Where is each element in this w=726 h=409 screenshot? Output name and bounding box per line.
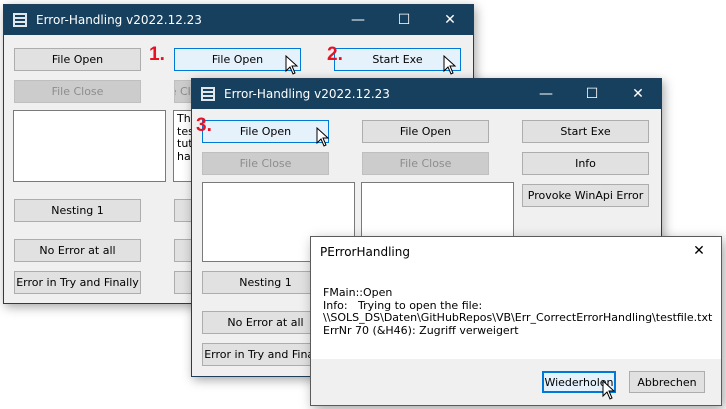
window-title: Error-Handling v2022.12.23 bbox=[36, 13, 202, 27]
file-close-button[interactable]: File Close bbox=[14, 80, 141, 103]
minimize-icon[interactable]: — bbox=[335, 5, 381, 35]
mouse-cursor-icon bbox=[443, 55, 457, 75]
nesting-button[interactable]: Nesting 1 bbox=[14, 199, 141, 222]
close-icon[interactable]: ✕ bbox=[615, 79, 661, 109]
file-open-button-highlighted[interactable]: File Open bbox=[202, 120, 329, 143]
mouse-cursor-icon bbox=[285, 55, 299, 75]
title-bar[interactable]: Error-Handling v2022.12.23 — ☐ ✕ bbox=[192, 79, 661, 109]
no-error-button[interactable]: No Error at all bbox=[14, 239, 141, 262]
step-2-label: 2. bbox=[327, 44, 343, 65]
output-listbox[interactable] bbox=[13, 110, 166, 182]
dialog-title: PErrorHandling bbox=[320, 245, 410, 259]
title-bar[interactable]: Error-Handling v2022.12.23 — ☐ ✕ bbox=[4, 5, 473, 35]
file-close-button[interactable]: File Close bbox=[202, 152, 329, 175]
file-close-button[interactable]: File Close bbox=[362, 152, 489, 175]
file-open-button[interactable]: File Open bbox=[14, 48, 141, 71]
error-try-finally-button[interactable]: Error in Try and Finally bbox=[14, 271, 141, 294]
file-open-button-highlighted[interactable]: File Open bbox=[174, 48, 301, 71]
app-icon bbox=[13, 13, 27, 27]
step-1-label: 1. bbox=[149, 44, 165, 65]
window-title: Error-Handling v2022.12.23 bbox=[224, 87, 390, 101]
start-exe-button[interactable]: Start Exe bbox=[334, 48, 461, 71]
error-dialog: PErrorHandling ✕ FMain::Open Info: Tryin… bbox=[310, 236, 722, 406]
file-open-button[interactable]: File Open bbox=[362, 120, 489, 143]
provoke-winapi-error-button[interactable]: Provoke WinApi Error bbox=[522, 184, 649, 207]
error-message: FMain::Open Info: Trying to open the fil… bbox=[323, 286, 713, 337]
dialog-footer: Wiederholen Abbrechen bbox=[311, 359, 721, 405]
maximize-icon[interactable]: ☐ bbox=[569, 79, 615, 109]
info-button[interactable]: Info bbox=[522, 152, 649, 175]
mouse-cursor-icon bbox=[602, 380, 616, 400]
start-exe-button[interactable]: Start Exe bbox=[522, 120, 649, 143]
close-icon[interactable]: ✕ bbox=[677, 237, 721, 265]
app-icon bbox=[201, 87, 215, 101]
maximize-icon[interactable]: ☐ bbox=[381, 5, 427, 35]
mouse-cursor-icon bbox=[316, 127, 330, 147]
close-icon[interactable]: ✕ bbox=[427, 5, 473, 35]
cancel-button[interactable]: Abbrechen bbox=[629, 371, 705, 393]
minimize-icon[interactable]: — bbox=[523, 79, 569, 109]
step-3-label: 3. bbox=[196, 115, 212, 136]
